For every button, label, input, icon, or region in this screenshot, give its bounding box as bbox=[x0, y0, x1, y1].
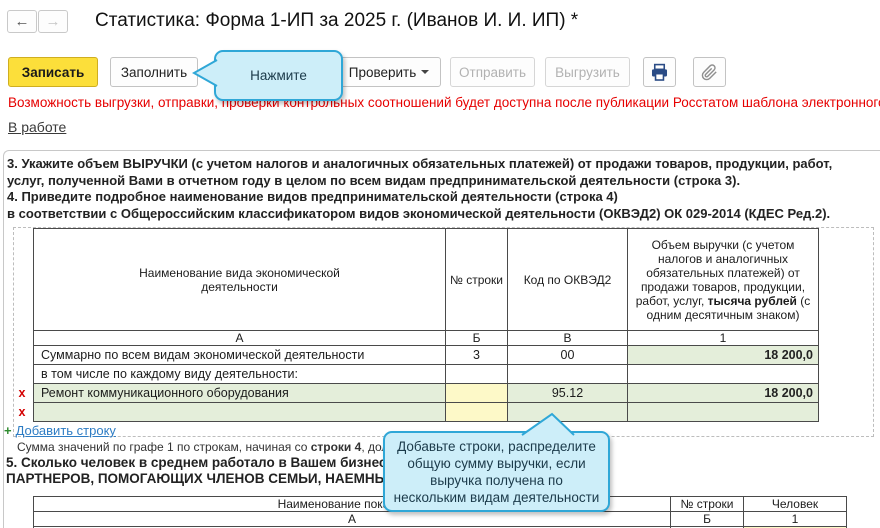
activity-name-cell[interactable]: Ремонт коммуникационного оборудования bbox=[33, 383, 446, 403]
delete-row-button[interactable]: x bbox=[15, 405, 29, 419]
save-button[interactable]: Записать bbox=[8, 57, 98, 87]
export-button[interactable]: Выгрузить bbox=[545, 57, 630, 87]
col-header-activity: Наименование вида экономической деятельн… bbox=[33, 228, 446, 331]
attach-button[interactable] bbox=[693, 57, 726, 87]
table-row-subheader: в том числе по каждому виду деятельности… bbox=[33, 364, 819, 384]
plus-icon: + bbox=[4, 423, 12, 438]
warning-message: Возможность выгрузки, отправки, проверки… bbox=[8, 95, 880, 110]
add-row-link[interactable]: Добавить строку bbox=[16, 423, 116, 438]
table-row: Ремонт коммуникационного оборудования 95… bbox=[33, 383, 819, 403]
press-hint-callout: Нажмите bbox=[214, 50, 343, 101]
back-arrow-button[interactable]: ← bbox=[7, 10, 37, 33]
line-no-cell[interactable] bbox=[445, 383, 508, 403]
section5-line: ПАРТНЕРОВ, ПОМОГАЮЩИХ ЧЛЕНОВ СЕМЬИ, НАЕМ… bbox=[6, 471, 410, 486]
revenue-value-cell[interactable] bbox=[627, 402, 819, 422]
check-button[interactable]: Проверить bbox=[337, 57, 441, 87]
revenue-value-cell bbox=[627, 364, 819, 384]
status-link[interactable]: В работе bbox=[8, 119, 66, 135]
okved-code-cell[interactable]: 95.12 bbox=[507, 383, 628, 403]
delete-row-button[interactable]: x bbox=[15, 386, 29, 400]
letter-cell: Б bbox=[445, 330, 508, 346]
rows-hint-callout: Добавьте строки, распределите общую сумм… bbox=[383, 431, 610, 512]
instruction-line: 4. Приведите подробное наименование видо… bbox=[7, 189, 618, 204]
callout-left-pointer bbox=[192, 59, 218, 87]
instruction-line: в соответствии с Общероссийским классифи… bbox=[7, 205, 831, 221]
table-row-total: Суммарно по всем видам экономической дея… bbox=[33, 345, 819, 365]
letter-cell: 1 bbox=[743, 511, 847, 527]
revenue-table: Наименование вида экономической деятельн… bbox=[33, 228, 819, 422]
revenue-value-cell[interactable]: 18 200,0 bbox=[627, 345, 819, 365]
col-header-line-no: № строки bbox=[670, 496, 744, 512]
col-header-okved: Код по ОКВЭД2 bbox=[507, 228, 628, 331]
letter-cell: В bbox=[507, 330, 628, 346]
letter-cell: А bbox=[33, 511, 671, 527]
sum-check-note: Сумма значений по графе 1 по строкам, на… bbox=[17, 440, 410, 454]
section5-line: 5. Сколько человек в среднем работало в … bbox=[6, 455, 406, 470]
forward-arrow-button[interactable]: → bbox=[38, 10, 68, 33]
revenue-value-cell[interactable]: 18 200,0 bbox=[627, 383, 819, 403]
activity-name-cell[interactable] bbox=[33, 402, 446, 422]
table-letters-row: А Б 1 bbox=[33, 511, 847, 527]
okved-code-cell: 00 bbox=[507, 345, 628, 365]
fill-button[interactable]: Заполнить bbox=[110, 57, 198, 87]
add-row-control[interactable]: + Добавить строку bbox=[4, 423, 116, 438]
letter-cell: А bbox=[33, 330, 446, 346]
section5-heading: 5. Сколько человек в среднем работало в … bbox=[6, 455, 410, 487]
check-button-label: Проверить bbox=[348, 64, 417, 80]
chevron-down-icon bbox=[421, 70, 430, 74]
paperclip-icon bbox=[701, 63, 717, 80]
print-button[interactable] bbox=[643, 57, 676, 87]
line-no-cell[interactable] bbox=[445, 402, 508, 422]
instruction-line: 3. Укажите объем ВЫРУЧКИ (с учетом налог… bbox=[7, 156, 833, 171]
okved-code-cell bbox=[507, 364, 628, 384]
printer-icon bbox=[651, 63, 668, 81]
activity-name-cell: в том числе по каждому виду деятельности… bbox=[33, 364, 446, 384]
col-header-volume: Объем выручки (с учетом налогов и аналог… bbox=[627, 228, 819, 331]
back-arrow-icon: ← bbox=[14, 13, 30, 30]
table-row bbox=[33, 402, 819, 422]
line-no-cell bbox=[445, 364, 508, 384]
line-no-cell: 3 bbox=[445, 345, 508, 365]
page-title: Статистика: Форма 1-ИП за 2025 г. (Ивано… bbox=[95, 10, 579, 31]
activity-name-cell: Суммарно по всем видам экономической дея… bbox=[33, 345, 446, 365]
app-window: ← → Статистика: Форма 1-ИП за 2025 г. (И… bbox=[0, 0, 880, 528]
table-letters-row: А Б В 1 bbox=[33, 330, 819, 346]
col-header-people: Человек bbox=[743, 496, 847, 512]
forward-arrow-icon: → bbox=[45, 13, 61, 30]
instruction-line: услуг, полученной Вами в отчетном году в… bbox=[7, 172, 741, 188]
send-button[interactable]: Отправить bbox=[450, 57, 535, 87]
callout-top-pointer bbox=[521, 412, 575, 436]
table-header-row: Наименование вида экономической деятельн… bbox=[33, 228, 819, 331]
letter-cell: Б bbox=[670, 511, 744, 527]
letter-cell: 1 bbox=[627, 330, 819, 346]
col-header-line-no: № строки bbox=[445, 228, 508, 331]
instructions-text: 3. Укажите объем ВЫРУЧКИ (с учетом налог… bbox=[7, 156, 832, 222]
